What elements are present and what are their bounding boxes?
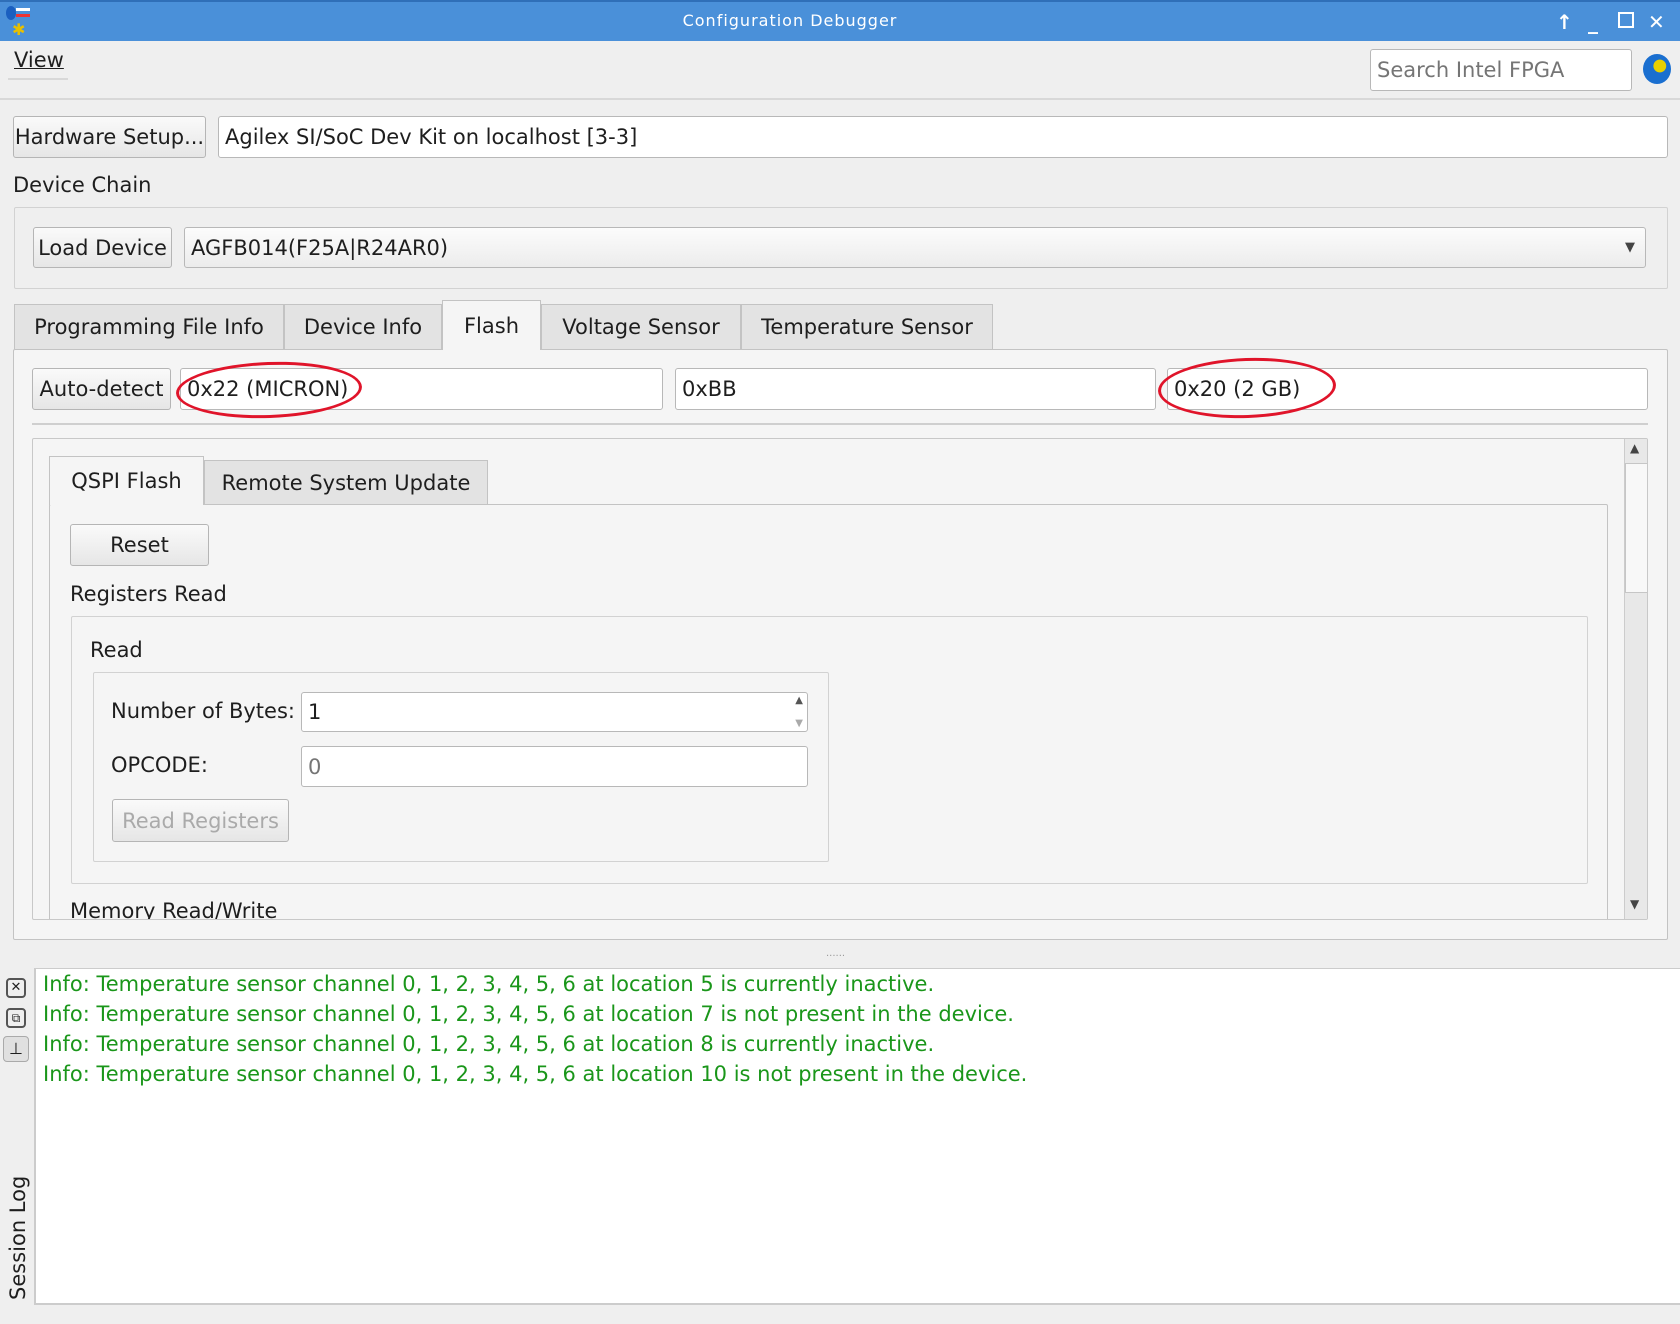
read-label: Read bbox=[90, 638, 143, 662]
title-bar: ✱ Configuration Debugger ↑ _ ✕ bbox=[0, 0, 1680, 41]
device-chain-label: Device Chain bbox=[13, 173, 152, 197]
log-line: Info: Temperature sensor channel 0, 1, 2… bbox=[43, 1002, 1014, 1026]
hardware-setup-button[interactable]: Hardware Setup... bbox=[13, 116, 206, 158]
globe-icon[interactable] bbox=[1643, 54, 1671, 84]
keep-above-icon[interactable]: ↑ bbox=[1556, 10, 1573, 34]
tab-voltage-sensor[interactable]: Voltage Sensor bbox=[541, 304, 741, 349]
log-line: Info: Temperature sensor channel 0, 1, 2… bbox=[43, 1062, 1028, 1086]
num-bytes-label: Number of Bytes: bbox=[111, 699, 295, 723]
toolbar-divider bbox=[0, 98, 1680, 100]
tab-device-info[interactable]: Device Info bbox=[284, 304, 442, 349]
scrollbar[interactable]: ▲ ▼ bbox=[1624, 439, 1647, 919]
undock-icon[interactable]: ⧉ bbox=[6, 1008, 26, 1028]
load-device-button[interactable]: Load Device bbox=[33, 227, 172, 268]
scroll-down-icon[interactable]: ▼ bbox=[1630, 897, 1639, 911]
memory-rw-label: Memory Read/Write bbox=[70, 899, 278, 920]
device-select[interactable]: AGFB014(F25A|R24AR0) ▼ bbox=[184, 227, 1646, 268]
chevron-down-icon: ▼ bbox=[1625, 240, 1635, 255]
num-bytes-value: 1 bbox=[308, 700, 322, 724]
tab-temperature-sensor[interactable]: Temperature Sensor bbox=[741, 304, 993, 349]
flash-scroll-area: QSPI Flash Remote System Update Reset Re… bbox=[32, 438, 1648, 920]
pin-icon[interactable]: ⊥ bbox=[3, 1036, 29, 1062]
close-icon[interactable]: ✕ bbox=[1648, 10, 1665, 34]
registers-read-label: Registers Read bbox=[70, 582, 227, 606]
hardware-field[interactable]: Agilex SI/SoC Dev Kit on localhost [3-3] bbox=[218, 116, 1668, 158]
reset-button[interactable]: Reset bbox=[70, 524, 209, 566]
tab-qspi-flash[interactable]: QSPI Flash bbox=[49, 456, 204, 505]
tab-programming-file-info[interactable]: Programming File Info bbox=[14, 304, 284, 349]
log-line: Info: Temperature sensor channel 0, 1, 2… bbox=[43, 972, 935, 996]
maximize-icon[interactable] bbox=[1618, 12, 1634, 28]
tab-remote-system-update[interactable]: Remote System Update bbox=[204, 460, 488, 504]
minimize-icon[interactable]: _ bbox=[1588, 10, 1598, 34]
close-panel-icon[interactable]: ✕ bbox=[6, 978, 26, 998]
opcode-input[interactable] bbox=[301, 746, 808, 787]
num-bytes-spinbox[interactable]: 1 ▲ ▼ bbox=[301, 692, 808, 732]
window-title: Configuration Debugger bbox=[682, 11, 898, 30]
opcode-label: OPCODE: bbox=[111, 753, 208, 777]
spin-down-icon[interactable]: ▼ bbox=[795, 718, 803, 729]
scroll-up-icon[interactable]: ▲ bbox=[1630, 441, 1639, 455]
read-registers-button[interactable]: Read Registers bbox=[112, 799, 289, 842]
search-input[interactable] bbox=[1370, 49, 1632, 91]
auto-detect-button[interactable]: Auto-detect bbox=[32, 368, 171, 410]
divider bbox=[32, 423, 1648, 425]
tab-flash[interactable]: Flash bbox=[442, 300, 541, 350]
scrollbar-thumb[interactable] bbox=[1625, 463, 1647, 593]
menu-view[interactable]: View bbox=[14, 48, 64, 72]
flash-type-field[interactable]: 0xBB bbox=[675, 368, 1156, 410]
menu-divider bbox=[8, 78, 68, 80]
splitter-handle[interactable]: ...... bbox=[826, 948, 845, 959]
session-log-title: Session Log bbox=[6, 1175, 30, 1300]
device-select-value: AGFB014(F25A|R24AR0) bbox=[191, 235, 449, 260]
log-line: Info: Temperature sensor channel 0, 1, 2… bbox=[43, 1032, 935, 1056]
spin-up-icon[interactable]: ▲ bbox=[795, 695, 803, 706]
